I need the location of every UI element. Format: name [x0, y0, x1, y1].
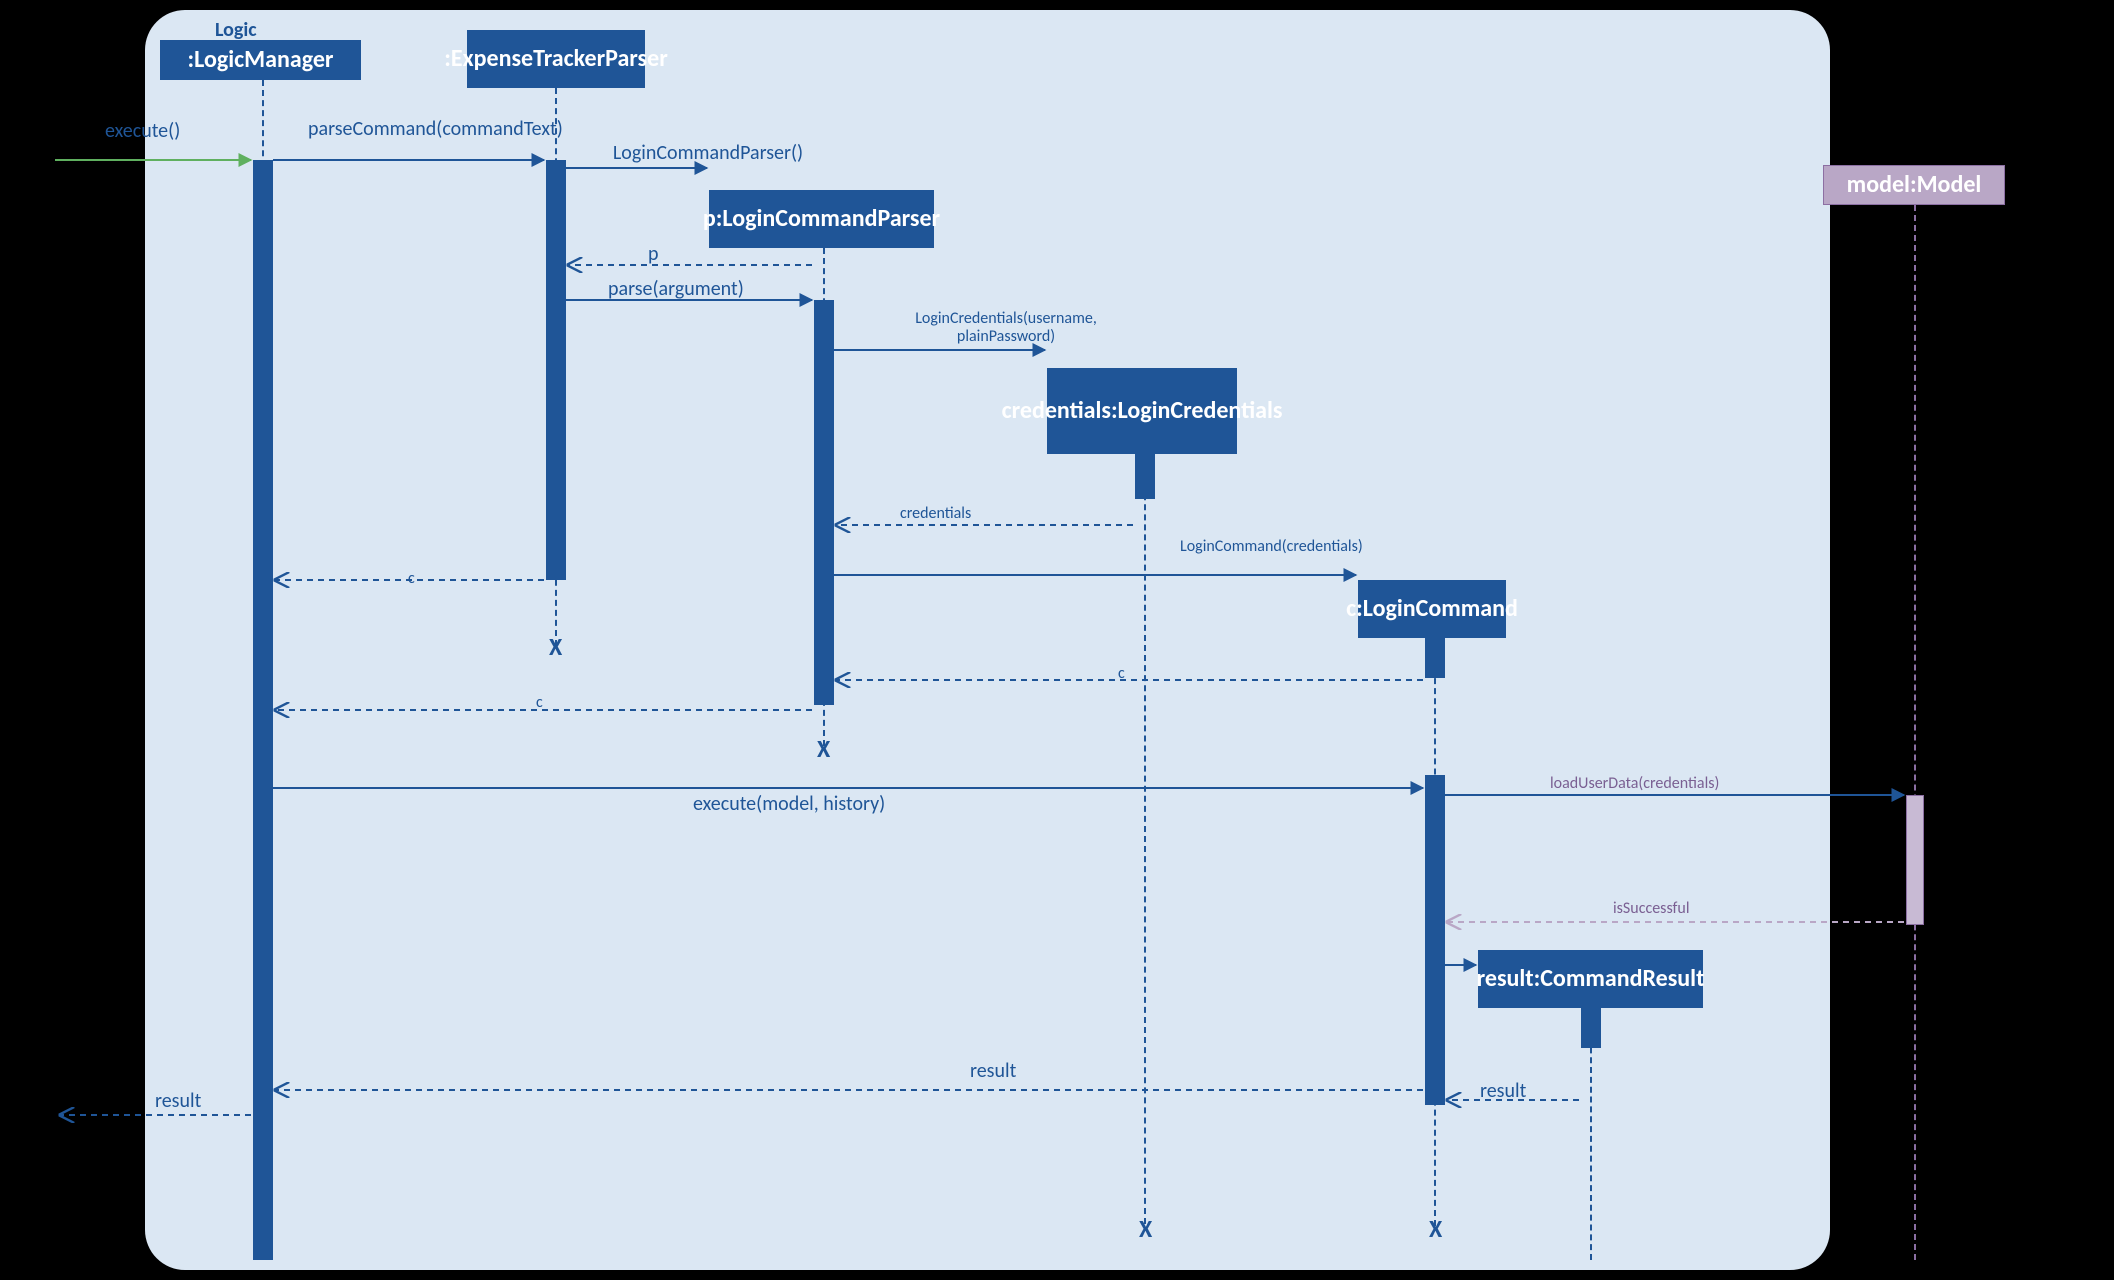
- msg-parsecommand: parseCommand(commandText): [308, 118, 518, 140]
- msg-return-c3: c: [408, 570, 415, 588]
- msg-return-c1: c: [1118, 665, 1125, 683]
- destroy-cred: X: [1139, 1215, 1152, 1244]
- msg-execute-model: execute(model, history): [693, 793, 885, 815]
- participant-expensetrackerparser: :ExpenseTrackerParser: [467, 30, 645, 88]
- msg-return-result3: result: [155, 1090, 201, 1112]
- activation-cred: [1135, 454, 1155, 499]
- lifeline-model: [1914, 205, 1916, 1260]
- participant-logincommand: c:LoginCommand: [1358, 580, 1506, 638]
- participant-logincommandparser: p:LoginCommandParser: [709, 190, 934, 248]
- lifeline-cred: [1144, 454, 1146, 1224]
- destroy-lcp: X: [817, 735, 830, 764]
- activation-result: [1581, 1008, 1601, 1048]
- participant-model: model:Model: [1823, 165, 2005, 205]
- activation-logicmanager: [253, 160, 273, 1260]
- msg-return-result1: result: [970, 1060, 1016, 1082]
- msg-parse-arg: parse(argument): [608, 278, 744, 300]
- msg-loaduserdata: loadUserData(credentials): [1550, 775, 1719, 793]
- participant-commandresult: result:CommandResult: [1478, 950, 1703, 1008]
- msg-logincommand: LoginCommand(credentials): [1180, 538, 1310, 556]
- activation-lcp: [814, 300, 834, 705]
- activation-model: [1906, 795, 1924, 925]
- destroy-etp: X: [549, 633, 562, 662]
- participant-logincredentials: credentials:LoginCredentials: [1047, 368, 1237, 454]
- activation-cmd1: [1425, 638, 1445, 678]
- msg-return-credentials: credentials: [900, 505, 971, 523]
- msg-issuccessful: isSuccessful: [1613, 900, 1690, 918]
- msg-return-p: p: [648, 243, 659, 265]
- activation-cmd2: [1425, 775, 1445, 1105]
- msg-logincommandparser: LoginCommandParser(): [578, 142, 838, 164]
- msg-return-c2: c: [536, 694, 543, 712]
- msg-execute: execute(): [105, 120, 180, 142]
- participant-logicmanager: :LogicManager: [160, 40, 361, 80]
- activation-etp: [546, 160, 566, 580]
- msg-logincredentials: LoginCredentials(username, plainPassword…: [876, 310, 1136, 345]
- msg-return-result2: result: [1480, 1080, 1526, 1102]
- frame-title: Logic: [215, 18, 257, 42]
- destroy-cmd: X: [1429, 1215, 1442, 1244]
